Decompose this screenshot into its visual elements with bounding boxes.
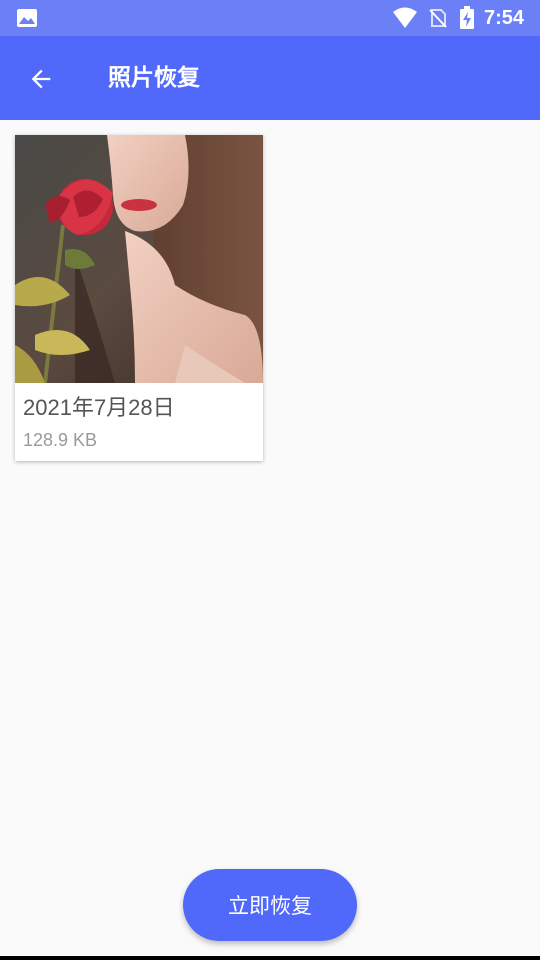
battery-charging-icon xyxy=(460,6,474,29)
app-bar: 照片恢复 xyxy=(0,36,540,120)
gallery-icon xyxy=(17,9,37,27)
status-bar: 7:54 xyxy=(0,0,540,36)
photo-date: 2021年7月28日 xyxy=(23,395,175,420)
restore-now-button[interactable]: 立即恢复 xyxy=(183,869,357,941)
page-title: 照片恢复 xyxy=(108,65,200,91)
no-sim-icon xyxy=(429,9,447,28)
photo-card[interactable]: 2021年7月28日 128.9 KB xyxy=(15,135,263,461)
navigation-bar xyxy=(0,956,540,960)
photo-image xyxy=(15,135,263,383)
photo-size: 128.9 KB xyxy=(23,430,98,450)
arrow-left-icon xyxy=(31,69,51,89)
wifi-icon xyxy=(393,7,417,28)
photo-thumbnail[interactable] xyxy=(15,135,263,383)
back-button[interactable] xyxy=(18,56,64,102)
status-time: 7:54 xyxy=(484,7,525,29)
